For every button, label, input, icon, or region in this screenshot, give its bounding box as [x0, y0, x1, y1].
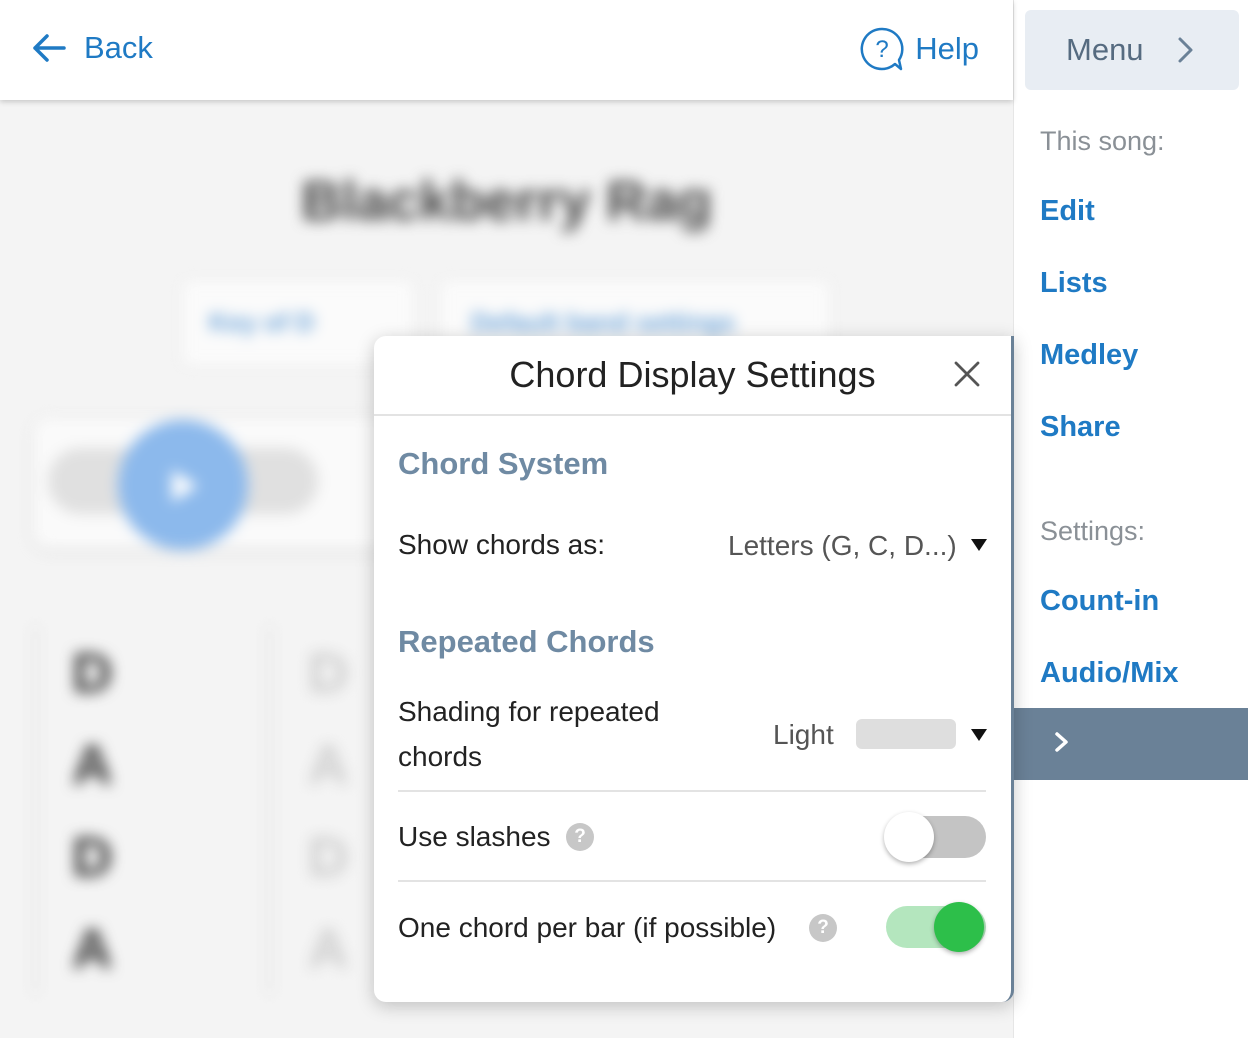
sidebar-menu: Menu This song: Edit Lists Medley Share …	[1013, 0, 1248, 1038]
arrow-left-icon	[33, 34, 66, 62]
help-button[interactable]: ? Help	[859, 26, 979, 72]
help-label: Help	[915, 31, 979, 66]
show-chords-select[interactable]: Letters (G, C, D...)	[728, 530, 957, 562]
chord-cell: D	[72, 825, 113, 888]
this-song-label: This song:	[1040, 126, 1165, 156]
sidebar-item-count-in[interactable]: Count-in	[1040, 585, 1159, 618]
dropdown-caret-icon[interactable]	[971, 539, 987, 551]
shading-label-line2: chords	[398, 741, 483, 772]
dialog-title: Chord Display Settings	[509, 354, 876, 395]
help-bubble-icon: ?	[860, 27, 904, 71]
menu-label: Menu	[1066, 32, 1144, 67]
toggle-knob	[884, 812, 934, 862]
repeated-chords-heading: Repeated Chords	[398, 624, 655, 659]
dropdown-caret-icon[interactable]	[971, 729, 987, 741]
shading-label-line1: Shading for repeated	[398, 696, 660, 727]
play-icon	[172, 470, 198, 502]
one-chord-per-bar-toggle[interactable]	[886, 902, 986, 952]
top-bar: Back ? Help	[0, 0, 1013, 100]
menu-button[interactable]: Menu	[1025, 10, 1239, 90]
divider	[398, 880, 986, 882]
chevron-right-icon	[1055, 732, 1068, 752]
back-label: Back	[84, 30, 153, 65]
help-question-icon[interactable]: ?	[809, 914, 837, 942]
shading-select[interactable]: Light	[773, 719, 834, 751]
show-chords-label: Show chords as:	[398, 529, 605, 560]
chord-cell: A	[72, 917, 113, 980]
sidebar-item-medley[interactable]: Medley	[1040, 339, 1138, 372]
sidebar-item-share[interactable]: Share	[1040, 411, 1121, 444]
back-button[interactable]: Back	[32, 30, 153, 66]
svg-text:?: ?	[876, 36, 889, 63]
chord-cell-repeated: D	[308, 641, 349, 704]
sidebar-item-audio-mix[interactable]: Audio/Mix	[1040, 657, 1179, 690]
use-slashes-label: Use slashes	[398, 821, 551, 852]
close-icon[interactable]	[951, 358, 983, 390]
use-slashes-toggle[interactable]	[884, 812, 986, 862]
dialog-header: Chord Display Settings	[374, 336, 1011, 416]
one-chord-per-bar-label: One chord per bar (if possible)	[398, 912, 777, 943]
help-question-icon[interactable]: ?	[566, 823, 594, 851]
expand-settings-bar[interactable]	[1014, 708, 1248, 780]
divider	[398, 790, 986, 792]
chord-cell-repeated: A	[308, 733, 349, 796]
chord-cell: D	[72, 641, 113, 704]
chord-cell-repeated: D	[308, 825, 349, 888]
song-title: Blackberry Rag	[301, 169, 712, 232]
chord-cell-repeated: A	[308, 917, 349, 980]
chevron-right-icon	[1178, 37, 1193, 63]
shading-swatch[interactable]	[856, 719, 956, 749]
chord-cell: A	[72, 733, 113, 796]
settings-label: Settings:	[1040, 516, 1146, 546]
bar-line	[268, 625, 271, 995]
sidebar-item-lists[interactable]: Lists	[1040, 267, 1108, 300]
chord-system-heading: Chord System	[398, 446, 609, 481]
sidebar-item-edit[interactable]: Edit	[1040, 195, 1095, 228]
toggle-knob	[934, 902, 984, 952]
chord-display-settings-dialog: Chord Display Settings Chord System Show…	[374, 336, 1014, 1002]
bar-line	[34, 625, 37, 995]
